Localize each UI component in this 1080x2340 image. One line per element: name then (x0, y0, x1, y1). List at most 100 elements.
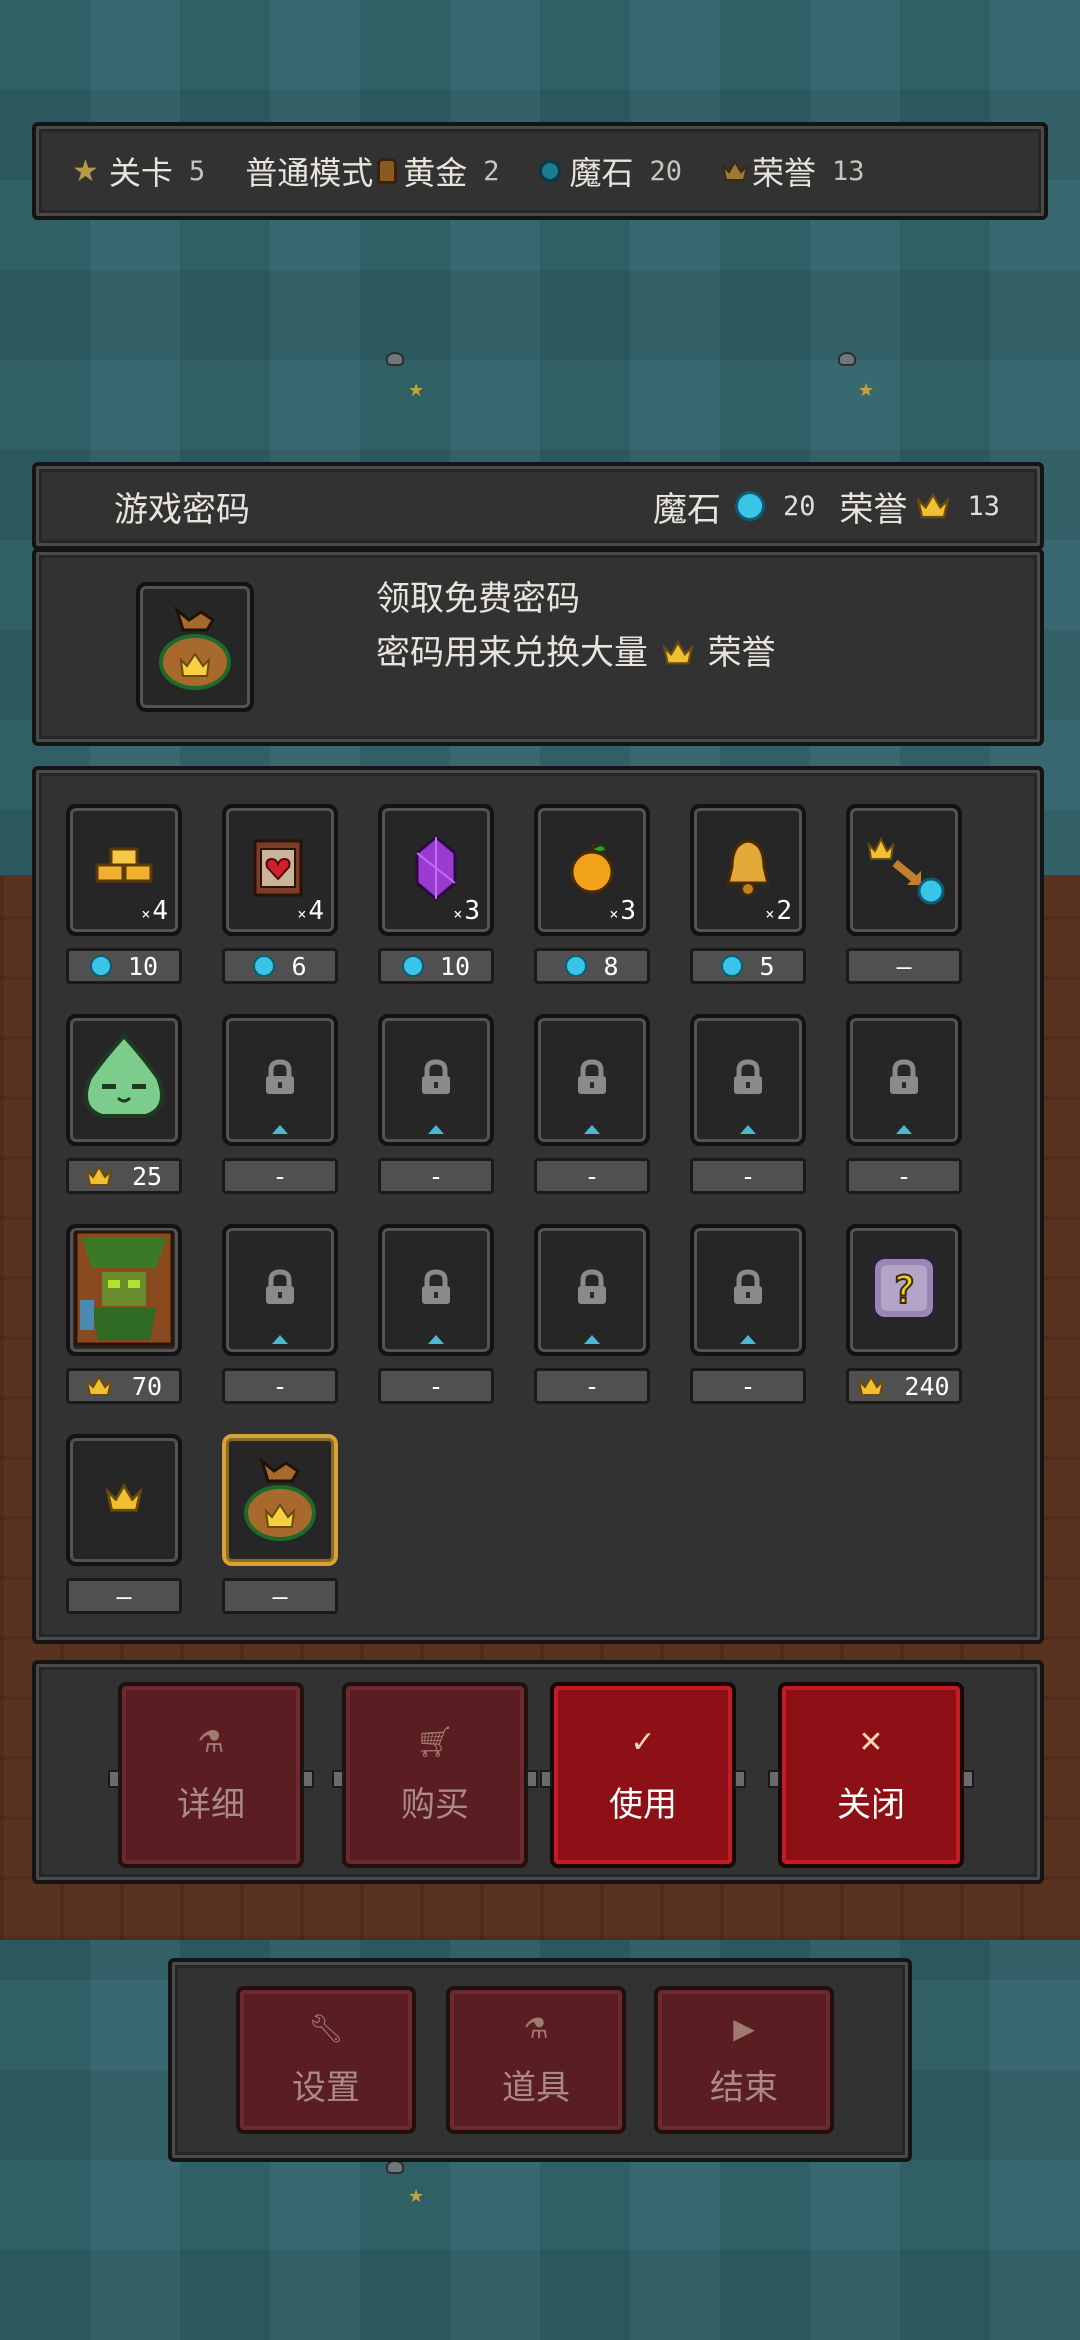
gem-icon (734, 491, 765, 521)
buy-button-label: 购买 (401, 1784, 469, 1825)
star-icon: ★ (408, 380, 425, 401)
item-count: ×2 (765, 896, 792, 926)
item-price: 6 (222, 948, 338, 984)
magicstone-label: 魔石 (652, 489, 721, 530)
items-button-label: 道具 (502, 2067, 570, 2108)
item-price: - (690, 1158, 806, 1194)
wrench-icon: 🔧︎ (308, 2011, 344, 2045)
item-slot[interactable]: ×3 (534, 804, 650, 936)
svg-text:?: ? (893, 1268, 916, 1312)
item-slot[interactable] (222, 1434, 338, 1566)
item-price: — (222, 1578, 338, 1614)
item-slot[interactable] (534, 1014, 650, 1146)
panel-header: 游戏密码 魔石 20 荣誉 13 (32, 462, 1044, 550)
item-cell[interactable]: 25 (66, 1014, 182, 1194)
item-cell[interactable]: - (534, 1014, 650, 1194)
detail-button[interactable]: ⚗ 详细 (108, 1682, 314, 1868)
item-slot[interactable] (66, 1224, 182, 1356)
crown-icon (722, 160, 749, 181)
item-slot[interactable]: ×3 (378, 804, 494, 936)
gold-bars-icon (89, 843, 159, 897)
item-cell[interactable]: - (378, 1224, 494, 1404)
item-price: - (378, 1368, 494, 1404)
item-cell[interactable]: ? 240 (846, 1224, 962, 1404)
item-cell[interactable]: ×4 6 (222, 804, 338, 984)
crown-to-gem-icon (859, 823, 949, 917)
item-count: ×3 (453, 896, 480, 926)
item-cell[interactable]: ×4 10 (66, 804, 182, 984)
item-cell[interactable]: - (222, 1014, 338, 1194)
item-cell[interactable]: - (690, 1014, 806, 1194)
magicstone-indicator: 魔石 20 (539, 148, 708, 194)
settings-button[interactable]: 🔧︎ 设置 (236, 1986, 416, 2134)
item-price-value: 70 (131, 1371, 163, 1401)
item-price: - (222, 1368, 338, 1404)
item-cell[interactable]: ×2 5 (690, 804, 806, 984)
item-cell[interactable]: - (690, 1224, 806, 1404)
description-line-2-suffix: 荣誉 (707, 633, 776, 673)
item-slot[interactable]: ×4 (222, 804, 338, 936)
use-button[interactable]: ✓ 使用 (540, 1682, 746, 1868)
items-button[interactable]: ⚗ 道具 (446, 1986, 626, 2134)
item-cell[interactable]: - (222, 1224, 338, 1404)
item-slot[interactable] (378, 1014, 494, 1146)
item-price-value: 240 (904, 1371, 950, 1401)
item-cell[interactable]: ×3 8 (534, 804, 650, 984)
item-slot[interactable] (846, 804, 962, 936)
gem-icon (253, 955, 276, 977)
header-resources: 魔石 20 荣誉 13 (653, 482, 1000, 531)
item-price: 240 (846, 1368, 962, 1404)
item-cell[interactable]: — (66, 1434, 182, 1614)
star-icon: ★ (858, 380, 875, 401)
item-price-value: - (740, 1371, 756, 1401)
crown-icon (917, 492, 950, 519)
buy-button[interactable]: 🛒︎ 购买 (332, 1682, 538, 1868)
item-slot[interactable] (690, 1224, 806, 1356)
item-slot[interactable]: ×4 (66, 804, 182, 936)
item-price-value: 8 (603, 951, 619, 981)
item-count-value: 3 (620, 896, 636, 926)
item-slot[interactable]: ×2 (690, 804, 806, 936)
item-slot[interactable] (66, 1434, 182, 1566)
item-cell[interactable]: - (846, 1014, 962, 1194)
item-count: ×4 (141, 896, 168, 926)
potion-icon: ⚗ (523, 2011, 549, 2045)
item-slot[interactable] (66, 1014, 182, 1146)
end-button[interactable]: ▶ 结束 (654, 1986, 834, 2134)
lock-icon (572, 1058, 612, 1102)
lock-icon (416, 1058, 456, 1102)
gold-indicator: 黄金 2 (377, 148, 525, 194)
item-cell[interactable]: ×3 10 (378, 804, 494, 984)
item-price: 5 (690, 948, 806, 984)
item-price: - (846, 1158, 962, 1194)
mode-label: 普通模式 (245, 154, 374, 192)
item-cell[interactable]: - (378, 1014, 494, 1194)
item-slot[interactable] (534, 1224, 650, 1356)
item-price-value: - (584, 1161, 600, 1191)
honor-indicator: 荣誉 13 (722, 148, 891, 194)
item-cell[interactable]: - (534, 1224, 650, 1404)
potion-icon: ⚗ (197, 1724, 225, 1760)
item-slot[interactable]: ? (846, 1224, 962, 1356)
item-slot[interactable] (222, 1224, 338, 1356)
item-slot[interactable] (690, 1014, 806, 1146)
item-cell[interactable]: — (222, 1434, 338, 1614)
crown-icon (858, 1375, 894, 1397)
item-price-value: - (272, 1371, 288, 1401)
crown-icon (662, 640, 694, 665)
item-slot[interactable] (222, 1014, 338, 1146)
close-button[interactable]: ✕ 关闭 (768, 1682, 974, 1868)
item-price: - (222, 1158, 338, 1194)
item-price: - (378, 1158, 494, 1194)
action-bar: ⚗ 详细 🛒︎ 购买 ✓ 使用 ✕ 关闭 (32, 1660, 1044, 1884)
item-cell[interactable]: 70 (66, 1224, 182, 1404)
bottom-menu: 🔧︎ 设置 ⚗ 道具 ▶ 结束 (168, 1958, 912, 2162)
crown-sack-icon (238, 1453, 322, 1547)
item-cell[interactable]: — (846, 804, 962, 984)
selected-item-preview (136, 582, 254, 712)
item-slot[interactable] (846, 1014, 962, 1146)
item-price: — (66, 1578, 182, 1614)
item-slot[interactable] (378, 1224, 494, 1356)
check-icon: ✓ (630, 1724, 656, 1760)
end-button-label: 结束 (710, 2067, 778, 2108)
